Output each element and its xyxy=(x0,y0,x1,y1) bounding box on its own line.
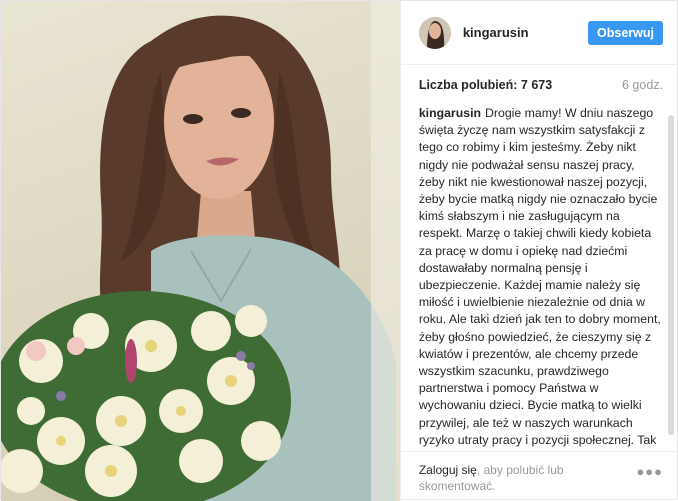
login-prompt: Zaloguj się, aby polubić lub skomentować… xyxy=(419,462,619,494)
more-options-icon[interactable]: ●●● xyxy=(636,464,663,479)
post-side-panel: kingarusin Obserwuj Liczba polubień: 7 6… xyxy=(399,1,677,499)
caption-text: Drogie mamy! W dniu naszego święta życzę… xyxy=(418,106,661,451)
post-header: kingarusin Obserwuj xyxy=(400,1,677,65)
avatar[interactable] xyxy=(418,16,451,49)
likes-count[interactable]: Liczba polubień: 7 673 xyxy=(419,78,552,92)
comments-scrollbar[interactable] xyxy=(668,115,674,435)
login-link[interactable]: Zaloguj się xyxy=(419,463,477,477)
post-modal: kingarusin Obserwuj Liczba polubień: 7 6… xyxy=(0,0,678,501)
caption-author-link[interactable]: kingarusin xyxy=(419,106,481,120)
likes-row: Liczba polubień: 7 673 6 godz. xyxy=(401,65,677,105)
post-photo[interactable] xyxy=(1,1,400,501)
photo-illustration xyxy=(1,1,400,501)
post-footer: Zaloguj się, aby polubić lub skomentować… xyxy=(400,451,677,499)
post-timestamp[interactable]: 6 godz. xyxy=(622,78,663,92)
post-caption: kingarusin Drogie mamy! W dniu naszego św… xyxy=(419,105,663,451)
username-link[interactable]: kingarusin xyxy=(463,25,588,40)
comments-area[interactable]: kingarusin Drogie mamy! W dniu naszego św… xyxy=(401,105,677,451)
avatar-image xyxy=(418,16,451,49)
follow-button[interactable]: Obserwuj xyxy=(588,20,663,45)
